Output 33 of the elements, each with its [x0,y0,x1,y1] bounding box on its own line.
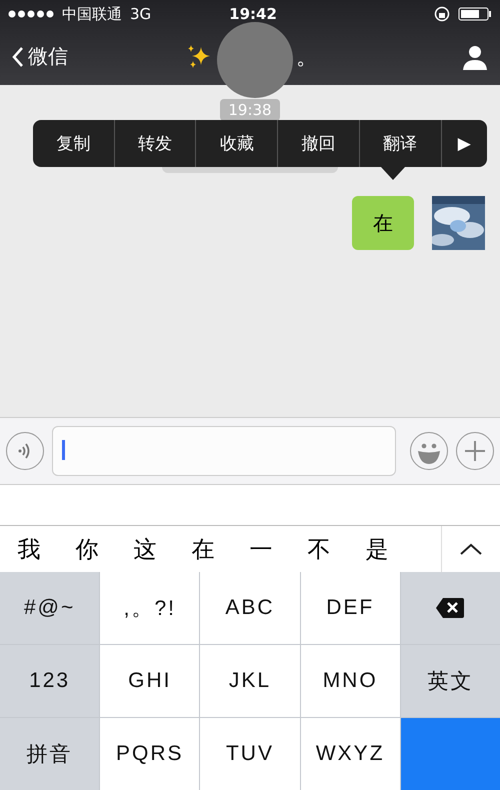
clock: 19:42 [229,5,277,23]
candidate-word[interactable]: 是 [348,534,406,564]
keyboard-key[interactable]: #@~ [0,572,100,644]
chat-title: 。 [296,44,318,72]
candidate-word[interactable]: 一 [232,534,290,564]
candidate-word[interactable]: 不 [290,534,348,564]
back-button[interactable]: 微信 [12,43,68,70]
more-button[interactable]: ▶ [440,120,488,167]
message-bubble: 在 [352,196,414,250]
keyboard-key[interactable]: PQRS [100,718,200,790]
keyboard-key[interactable]: WXYZ [300,718,400,790]
keyboard-key[interactable]: TUV [200,718,300,790]
keyboard-key[interactable]: DEF [300,572,400,644]
candidate-word[interactable]: 在 [174,534,232,564]
keyboard-key[interactable]: MNO [300,645,400,717]
keyboard-key[interactable]: ABC [200,572,300,644]
network-type: 3G [130,5,152,23]
menu-item[interactable]: 翻译 [358,120,441,167]
keyboard-key[interactable]: 英文 [400,645,500,717]
candidate-word[interactable]: 你 [58,534,116,564]
menu-item[interactable]: 收藏 [195,120,278,167]
menu-item[interactable]: 撤回 [277,120,359,167]
keyboard-key[interactable]: ,。?! [100,572,200,644]
keyboard-key[interactable]: 123 [0,645,100,717]
candidate-word[interactable]: 这 [116,534,174,564]
timestamp: 19:38 [220,99,280,121]
keyboard-key[interactable]: 拼音 [0,718,100,790]
keyboard-key[interactable]: GHI [100,645,200,717]
menu-item[interactable]: 转发 [114,120,196,167]
carrier: 中国联通 [62,4,122,24]
menu-item[interactable]: 复制 [33,120,114,167]
keyboard-key[interactable]: JKL [200,645,300,717]
candidate-word[interactable]: 我 [0,534,58,564]
